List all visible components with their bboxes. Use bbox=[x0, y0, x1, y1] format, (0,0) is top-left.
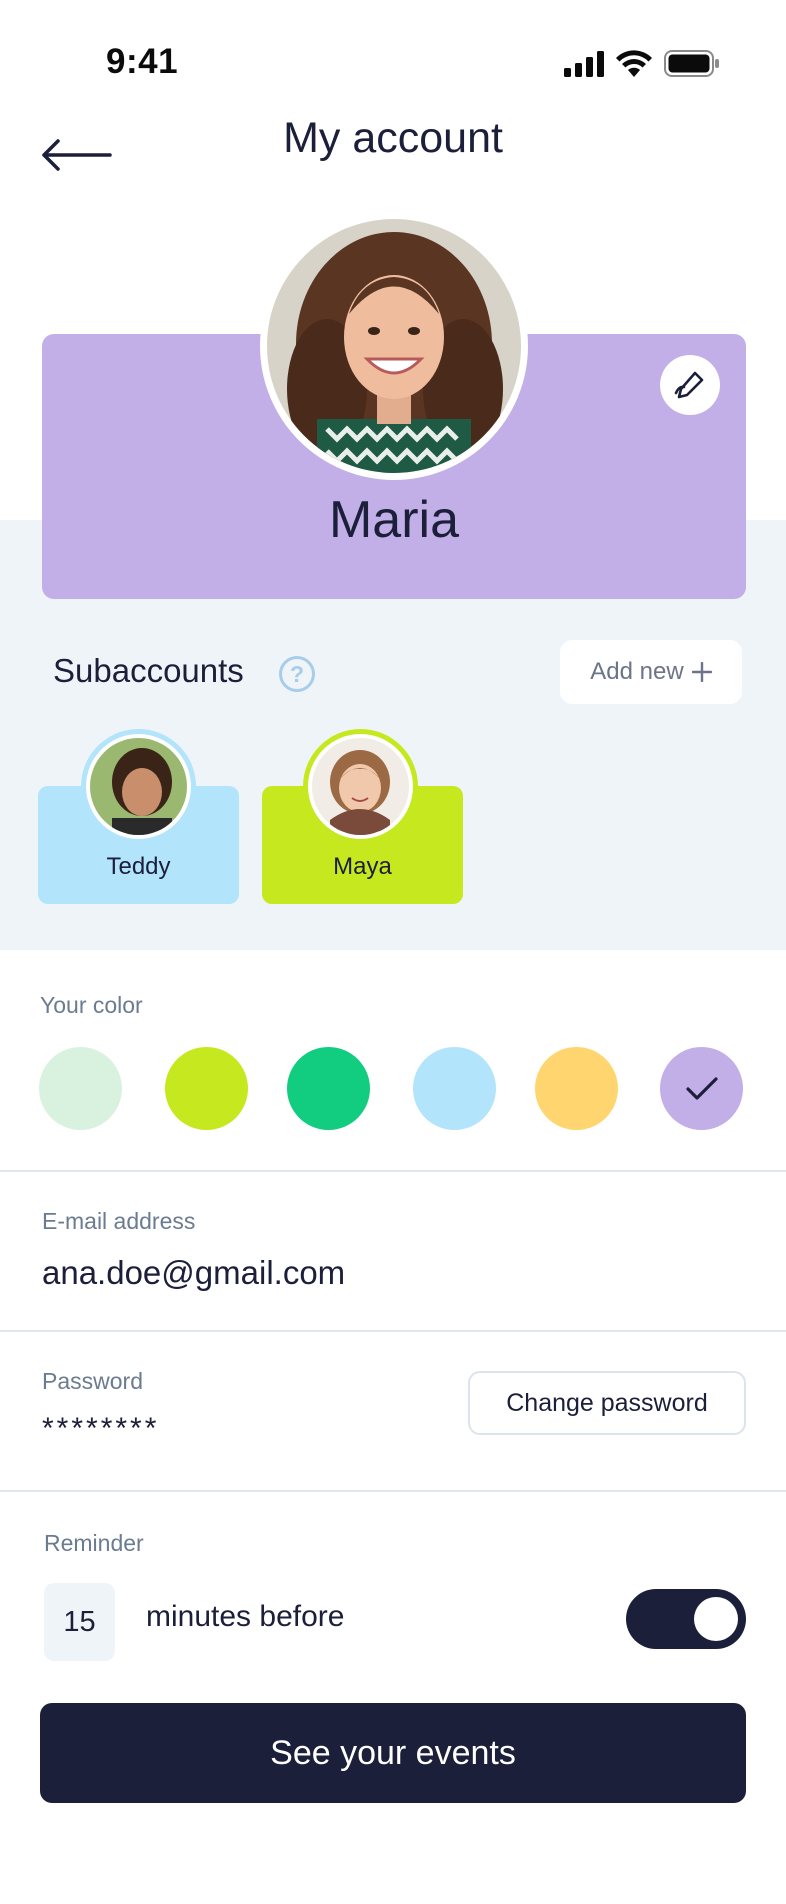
plus-icon bbox=[691, 662, 712, 682]
subaccount-name-teddy: Teddy bbox=[106, 853, 171, 880]
divider bbox=[0, 1490, 786, 1492]
color-swatch-mint[interactable] bbox=[39, 1047, 122, 1130]
change-password-button[interactable]: Change password bbox=[468, 1371, 746, 1435]
subaccount-avatar-maya bbox=[303, 729, 418, 844]
profile-photo bbox=[267, 219, 521, 473]
email-value: ana.doe@gmail.com bbox=[42, 1254, 346, 1291]
profile-avatar[interactable] bbox=[260, 212, 528, 480]
see-events-button[interactable]: See your events bbox=[40, 1703, 746, 1803]
divider bbox=[0, 1330, 786, 1332]
color-swatch-sky[interactable] bbox=[413, 1047, 496, 1130]
status-icons bbox=[564, 50, 720, 77]
header: My account bbox=[0, 110, 786, 190]
teddy-photo bbox=[90, 738, 187, 835]
password-value: ******** bbox=[42, 1412, 160, 1445]
password-label: Password bbox=[42, 1368, 143, 1394]
status-time: 9:41 bbox=[106, 42, 179, 81]
reminder-unit-text: minutes before bbox=[146, 1600, 345, 1633]
profile-name: Maria bbox=[328, 491, 460, 549]
color-swatch-lime[interactable] bbox=[165, 1047, 248, 1130]
color-label: Your color bbox=[40, 992, 143, 1018]
page-title: My account bbox=[283, 114, 503, 162]
subaccount-name-maya: Maya bbox=[333, 853, 392, 880]
edit-profile-button[interactable] bbox=[660, 355, 720, 415]
question-icon[interactable]: ? bbox=[279, 656, 315, 692]
color-swatch-lavender[interactable] bbox=[660, 1047, 743, 1130]
toggle-knob bbox=[694, 1597, 738, 1641]
email-label: E-mail address bbox=[42, 1208, 196, 1234]
status-bar: 9:41 bbox=[0, 0, 786, 110]
signal-icon bbox=[564, 50, 604, 77]
subaccounts-title: Subaccounts bbox=[53, 652, 244, 689]
divider bbox=[0, 1170, 786, 1172]
reminder-minutes-input[interactable]: 15 bbox=[44, 1583, 115, 1661]
reminder-toggle[interactable] bbox=[626, 1589, 746, 1649]
reminder-label: Reminder bbox=[44, 1530, 144, 1556]
add-new-label: Add new bbox=[590, 658, 684, 685]
wifi-icon bbox=[616, 50, 652, 77]
subaccount-avatar-teddy bbox=[81, 729, 196, 844]
add-subaccount-button[interactable]: Add new bbox=[560, 640, 742, 704]
check-icon bbox=[685, 1076, 718, 1100]
color-swatch-green[interactable] bbox=[287, 1047, 370, 1130]
pencil-icon bbox=[674, 371, 704, 399]
battery-icon bbox=[664, 50, 719, 77]
color-swatch-yellow[interactable] bbox=[535, 1047, 618, 1130]
maya-photo bbox=[312, 738, 409, 835]
